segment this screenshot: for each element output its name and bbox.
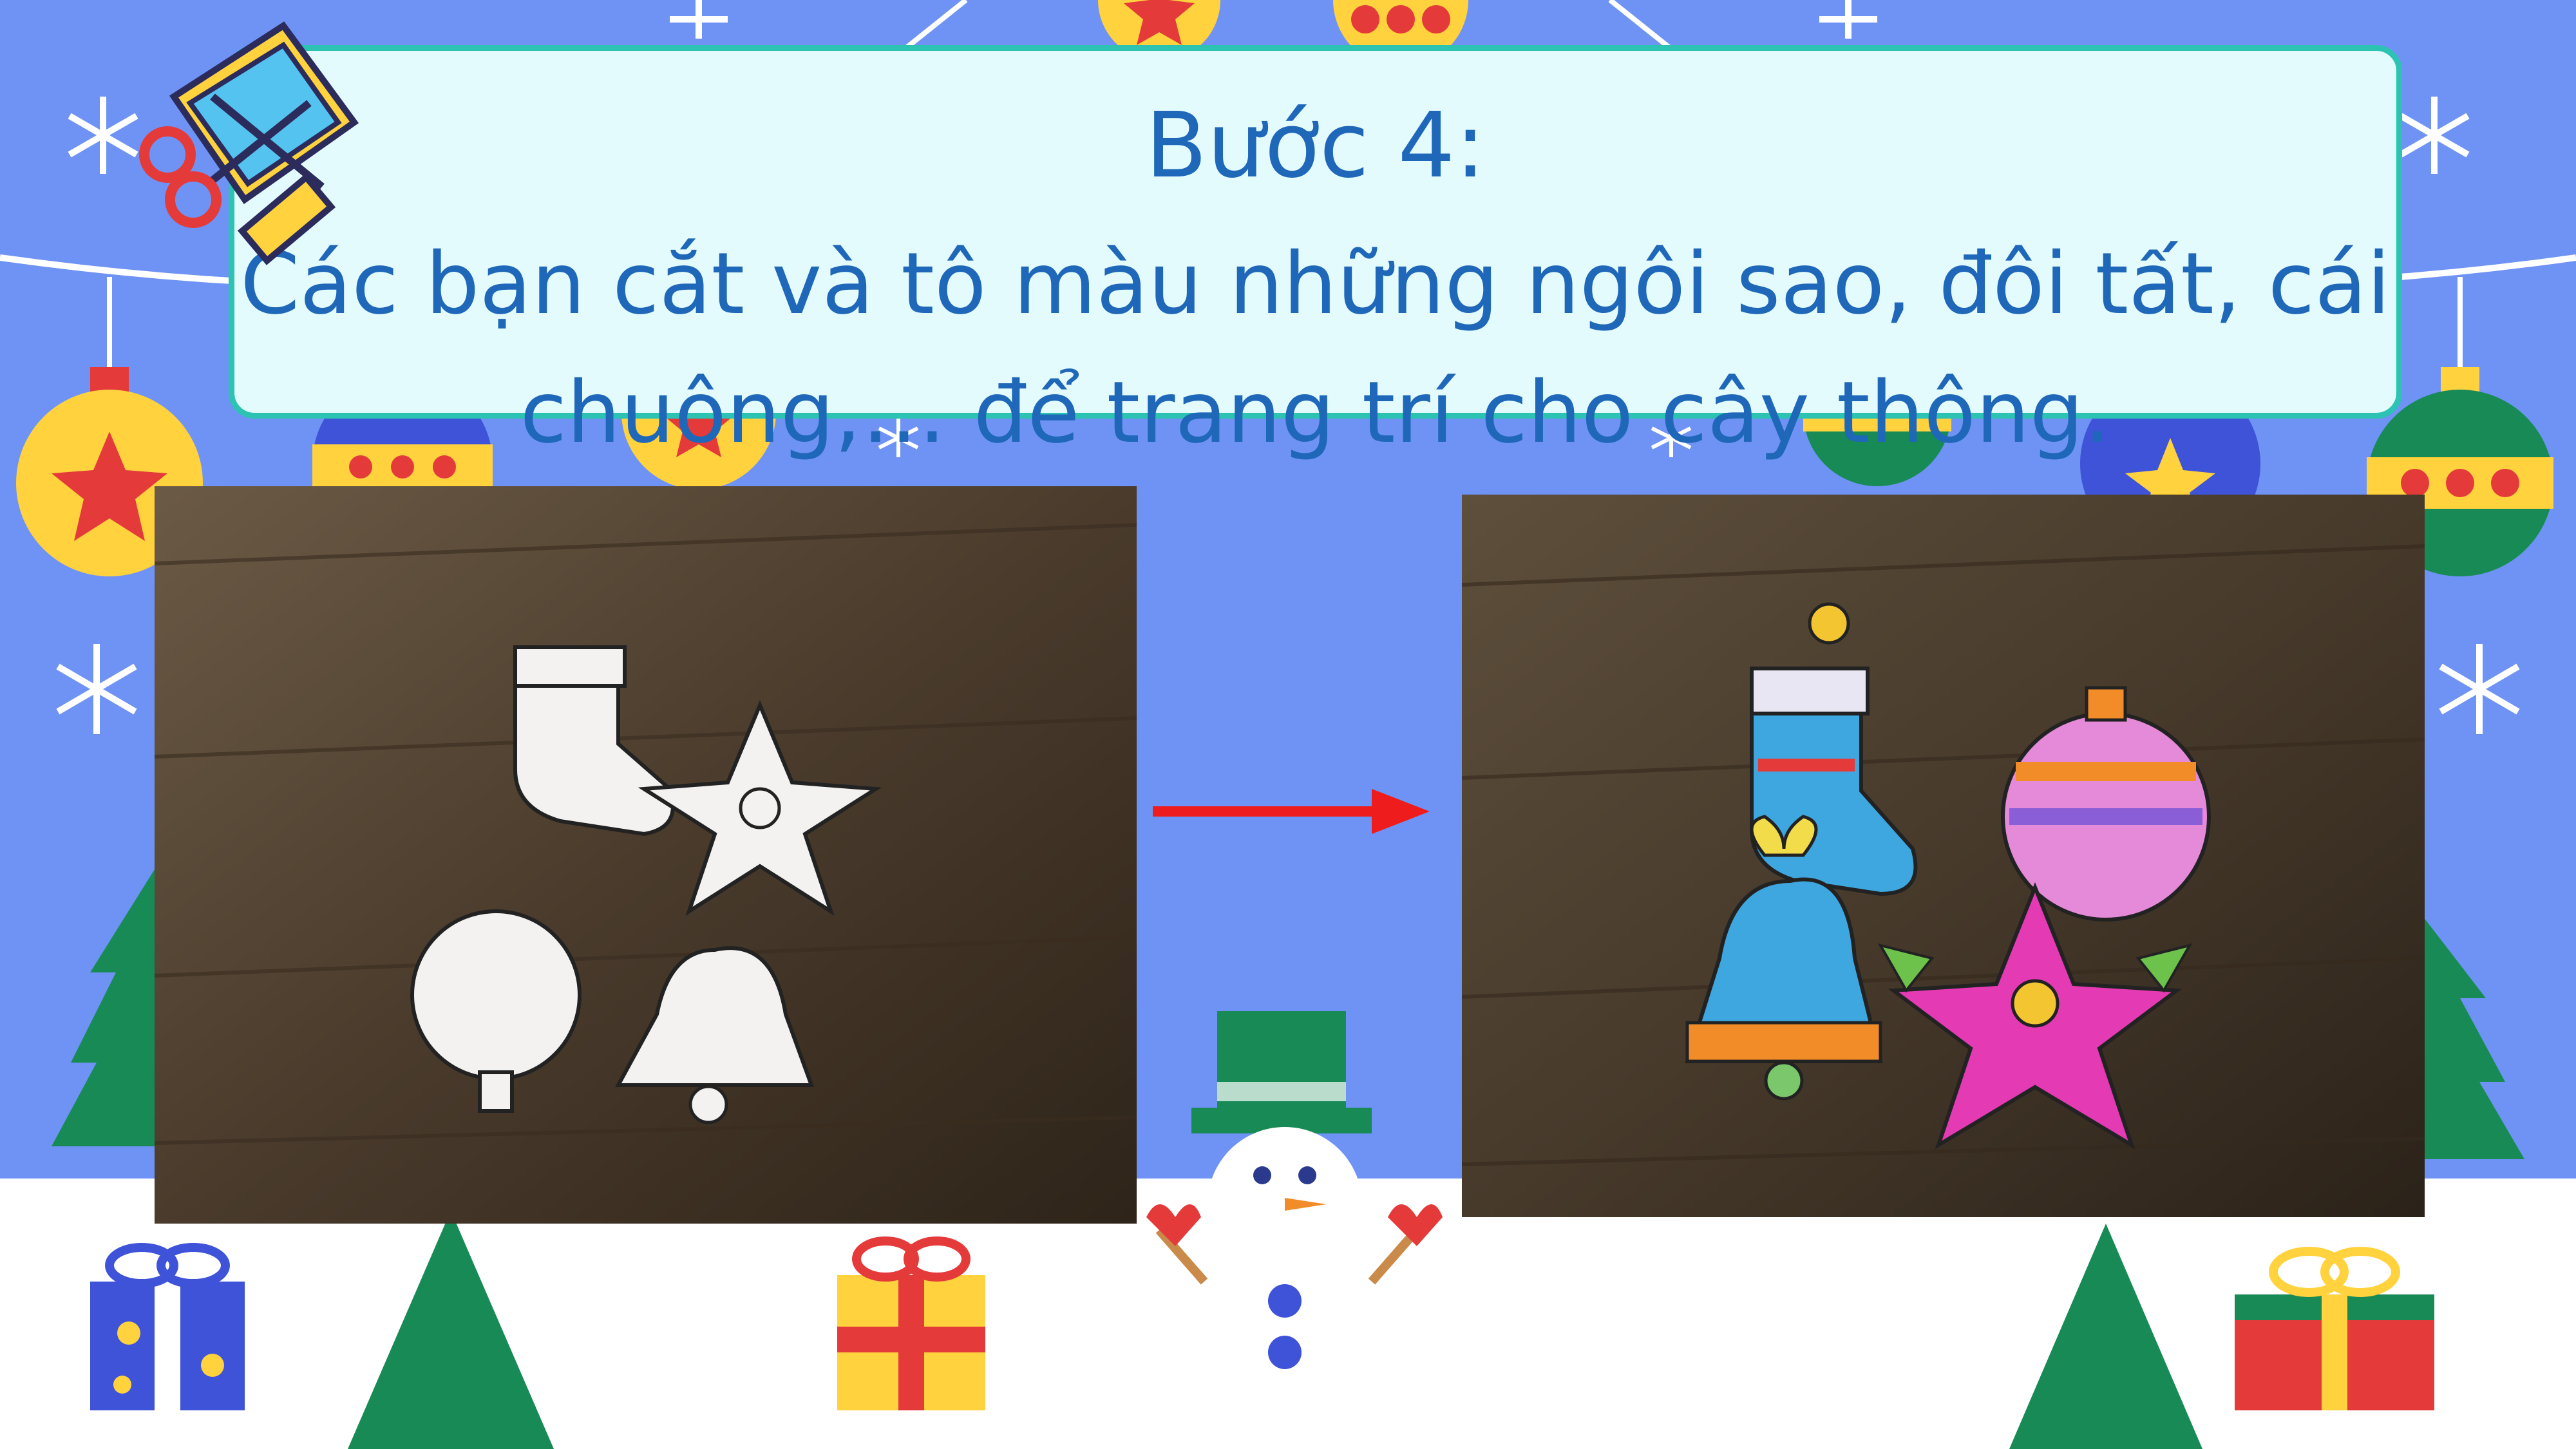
- photo-before-coloring: [155, 486, 1137, 1224]
- scissors-icon: [139, 21, 359, 265]
- christmas-tree-icon: [52, 869, 155, 1146]
- christmas-tree-icon: [2009, 1224, 2202, 1449]
- step-title: Bước 4:: [1145, 93, 1486, 198]
- step-instruction: Các bạn cắt và tô màu những ngôi sao, đô…: [240, 234, 2391, 462]
- snowflake-icon: [68, 97, 138, 174]
- slide: Bước 4: Các bạn cắt và tô màu những ngôi…: [0, 0, 2576, 1449]
- title-box: Bước 4: Các bạn cắt và tô màu những ngôi…: [229, 45, 2402, 462]
- gift-icon: [2235, 1247, 2434, 1410]
- christmas-tree-icon: [348, 1211, 554, 1449]
- arrow-right-icon: [1153, 789, 1430, 834]
- snowman-icon: [1146, 1011, 1443, 1449]
- snowflake-icon: [1819, 0, 1877, 39]
- gift-icon: [90, 1243, 245, 1410]
- snowflake-icon: [2439, 644, 2520, 734]
- photo-after-coloring: [1462, 495, 2425, 1217]
- snowflake-icon: [2399, 97, 2470, 174]
- gift-icon: [837, 1236, 985, 1410]
- snowflake-icon: [56, 644, 137, 734]
- snowflake-icon: [670, 0, 728, 39]
- christmas-tree-icon: [2421, 914, 2524, 1159]
